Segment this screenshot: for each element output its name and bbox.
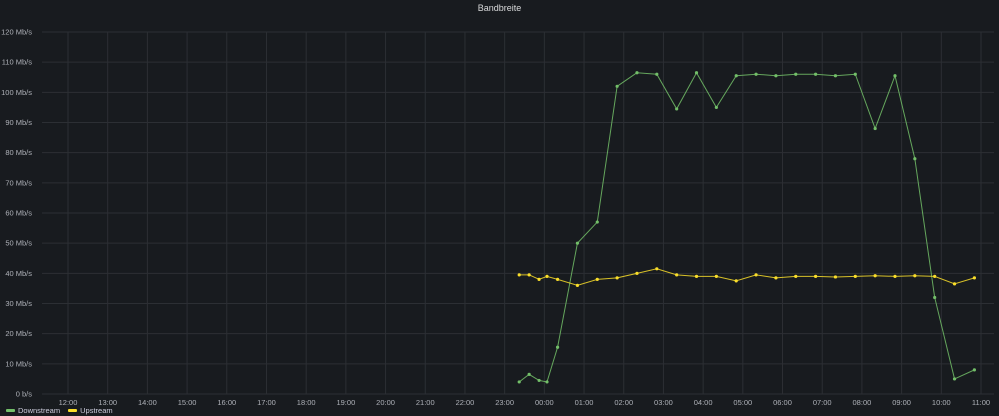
legend-item-downstream[interactable]: Downstream (6, 406, 60, 415)
data-point-downstream (734, 74, 738, 78)
data-point-downstream (615, 84, 619, 88)
legend-swatch (68, 409, 78, 412)
data-point-upstream (655, 267, 659, 271)
data-point-downstream (575, 241, 580, 245)
x-tick-label: 02:00 (614, 398, 633, 407)
x-tick-label: 18:00 (297, 398, 316, 407)
x-tick-label: 03:00 (654, 398, 673, 407)
data-point-upstream (517, 273, 521, 277)
data-point-upstream (537, 277, 541, 281)
x-tick-label: 04:00 (694, 398, 713, 407)
data-point-downstream (893, 74, 897, 78)
legend-label: Downstream (18, 406, 61, 415)
data-point-upstream (675, 273, 679, 277)
chart-area: 0 b/s 10 Mb/s 20 Mb/s 30 Mb/s 40 Mb/s 50 Mb/s… (1, 28, 994, 407)
data-point-downstream (595, 220, 599, 224)
series-line-upstream (519, 268, 975, 286)
data-point-upstream (595, 277, 599, 281)
data-point-downstream (833, 74, 838, 78)
data-point-upstream (952, 282, 957, 286)
x-tick-label: 10:00 (932, 398, 951, 407)
y-tick-label: 100 Mb/s (1, 88, 32, 97)
data-point-upstream (694, 274, 699, 278)
legend-swatch (6, 409, 15, 412)
data-point-upstream (913, 274, 917, 278)
x-tick-label: 16:00 (217, 398, 236, 407)
data-point-upstream (555, 277, 560, 281)
y-tick-label: 120 Mb/s (1, 28, 32, 37)
x-tick-label: 08:00 (853, 398, 872, 407)
x-tick-label: 20:00 (376, 398, 395, 407)
y-tick-label: 90 Mb/s (5, 118, 32, 127)
data-point-downstream (873, 126, 877, 131)
data-point-upstream (893, 274, 897, 278)
data-point-downstream (972, 368, 976, 372)
y-tick-label: 50 Mb/s (5, 239, 32, 248)
data-point-downstream (635, 71, 639, 75)
data-point-downstream (675, 107, 679, 111)
data-point-upstream (833, 275, 838, 279)
data-point-upstream (794, 274, 798, 278)
data-point-downstream (814, 72, 818, 76)
x-tick-label: 17:00 (257, 398, 276, 407)
data-point-downstream (952, 377, 957, 381)
x-tick-label: 05:00 (733, 398, 752, 407)
y-tick-label: 0 b/s (16, 390, 33, 399)
series-line-downstream (518, 71, 975, 383)
x-tick-label: 21:00 (416, 398, 435, 407)
x-tick-label: 15:00 (178, 398, 197, 407)
legend-label: Upstream (80, 406, 113, 415)
legend-item-upstream[interactable]: Upstream (68, 406, 113, 415)
data-point-upstream (527, 273, 531, 277)
y-tick-label: 80 Mb/s (5, 148, 32, 157)
data-point-upstream (615, 276, 619, 280)
x-tick-label: 06:00 (773, 398, 792, 407)
data-point-upstream (774, 276, 778, 280)
y-tick-label: 10 Mb/s (5, 359, 32, 368)
data-point-upstream (873, 274, 877, 278)
data-point-downstream (853, 72, 857, 76)
data-point-downstream (555, 345, 560, 349)
data-point-downstream (714, 105, 718, 110)
data-point-upstream (853, 274, 857, 278)
y-tick-label: 30 Mb/s (5, 299, 32, 308)
data-point-upstream (635, 271, 639, 275)
x-tick-label: 01:00 (575, 398, 594, 407)
data-point-downstream (545, 380, 549, 384)
y-tick-label: 60 Mb/s (5, 209, 32, 218)
data-point-downstream (754, 72, 758, 76)
data-point-downstream (794, 72, 798, 76)
data-point-upstream (734, 279, 738, 283)
data-point-downstream (913, 157, 917, 161)
data-point-downstream (655, 72, 659, 76)
data-point-upstream (545, 274, 549, 278)
data-point-downstream (517, 380, 521, 384)
data-point-downstream (527, 372, 531, 376)
data-point-upstream (814, 274, 818, 278)
y-tick-label: 70 Mb/s (5, 178, 32, 187)
x-tick-label: 23:00 (495, 398, 514, 407)
x-tick-label: 11:00 (972, 398, 990, 407)
data-point-downstream (774, 74, 778, 78)
data-point-upstream (933, 274, 937, 278)
x-tick-label: 14:00 (138, 398, 157, 407)
data-point-upstream (754, 273, 758, 277)
x-tick-label: 00:00 (535, 398, 554, 407)
data-point-downstream (537, 378, 541, 383)
x-tick-label: 19:00 (336, 398, 355, 407)
data-point-upstream (575, 283, 580, 287)
data-point-upstream (714, 274, 718, 278)
y-tick-label: 20 Mb/s (5, 329, 32, 338)
data-point-upstream (972, 276, 976, 280)
data-point-downstream (933, 295, 937, 300)
x-tick-label: 22:00 (456, 398, 475, 407)
x-tick-label: 07:00 (813, 398, 832, 407)
x-tick-label: 09:00 (892, 398, 911, 407)
legend: Downstream Upstream (6, 406, 113, 415)
y-tick-label: 40 Mb/s (5, 269, 32, 278)
y-tick-label: 110 Mb/s (2, 58, 33, 67)
data-point-downstream (694, 71, 699, 75)
